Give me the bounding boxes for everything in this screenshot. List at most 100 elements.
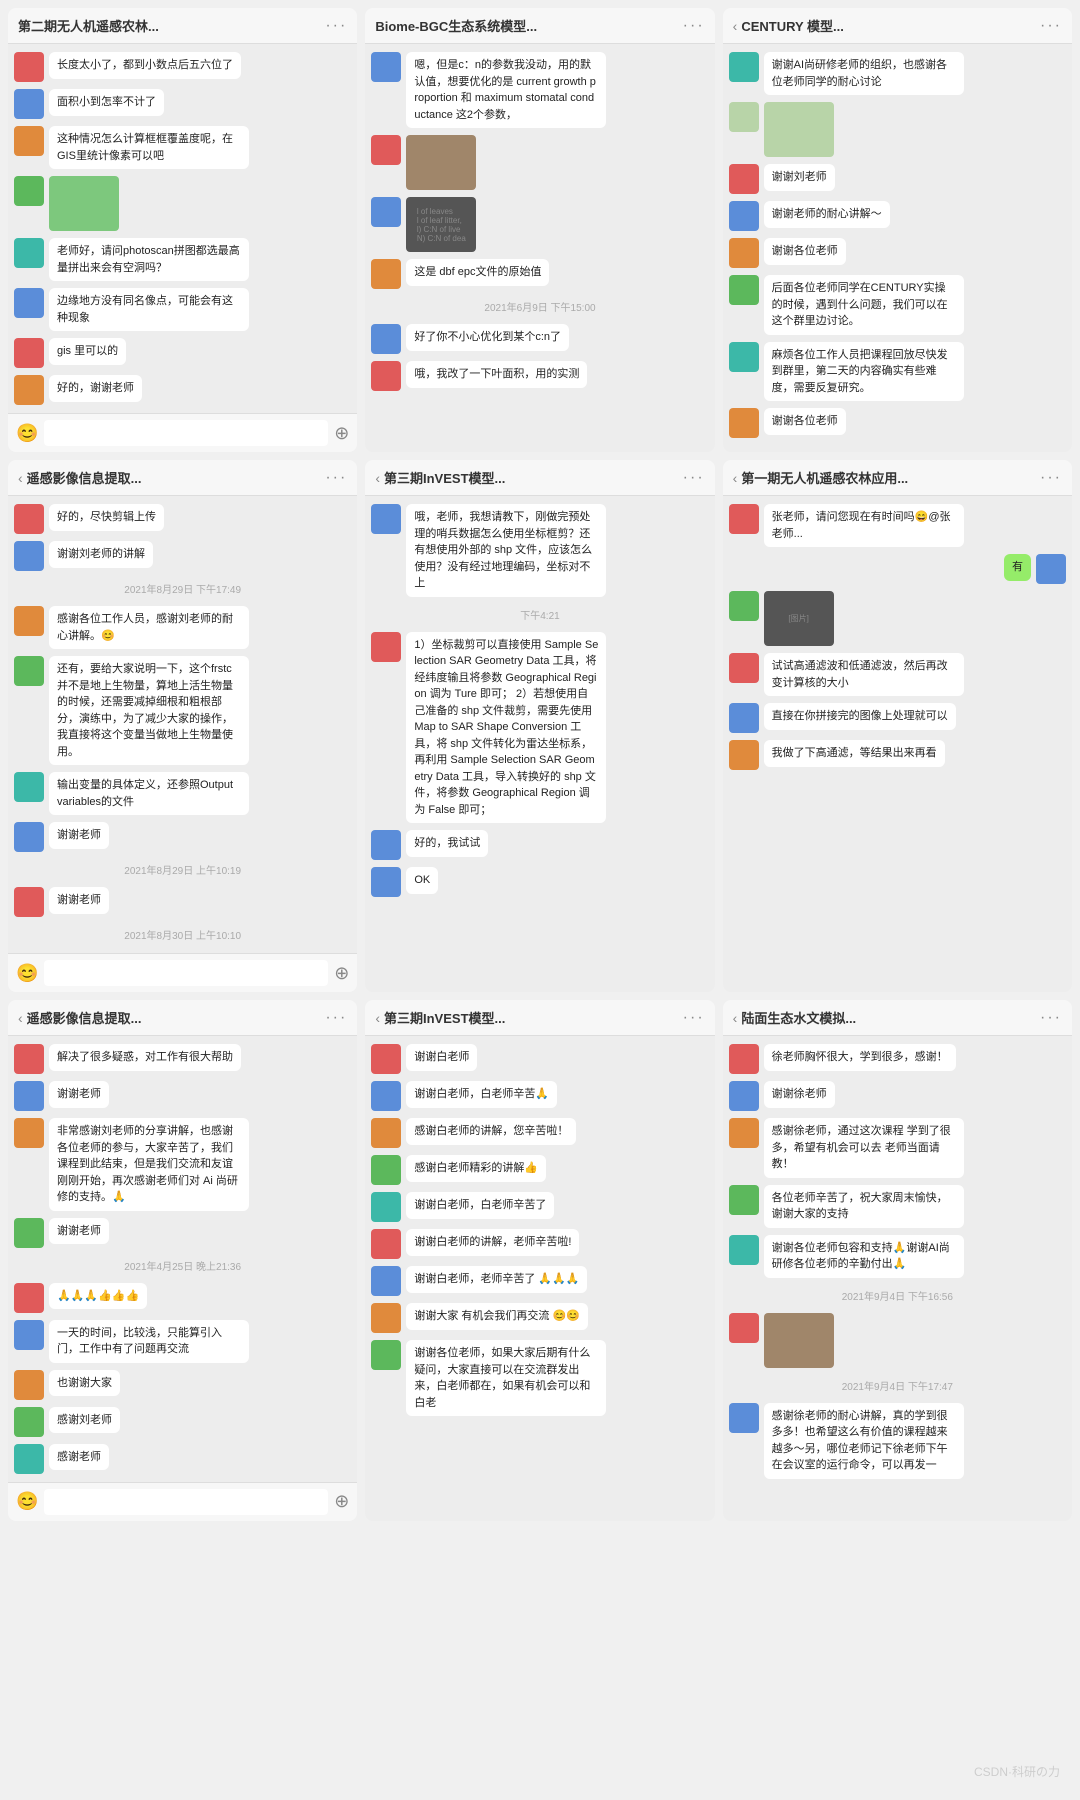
chat-menu-icon[interactable]: ···: [683, 469, 705, 487]
chat-body: 徐老师胸怀很大，学到很多，感谢！谢谢徐老师感谢徐老师，通过这次课程 学到了很多，…: [723, 1036, 1072, 1521]
avatar: [371, 1192, 401, 1222]
message-bubble: 试试高通滤波和低通滤波，然后再改变计算核的大小: [764, 653, 964, 696]
image-bubble: l of leaves l of leaf litter, l) C:N of …: [406, 197, 476, 252]
timestamp: 2021年9月4日 下午16:56: [729, 1288, 1066, 1303]
message-row: 谢谢老师: [14, 822, 351, 852]
message-row: 谢谢刘老师的讲解: [14, 541, 351, 571]
message-row: OK: [371, 867, 708, 897]
message-bubble: 还有，要给大家说明一下，这个frstc并不是地上生物量，算地上活生物量的时候，还…: [49, 656, 249, 765]
chat-title: Biome-BGC生态系统模型...: [375, 16, 537, 35]
message-bubble: 各位老师辛苦了，祝大家周末愉快，谢谢大家的支持: [764, 1185, 964, 1228]
chat-menu-icon[interactable]: ···: [683, 17, 705, 35]
chat-menu-icon[interactable]: ···: [1040, 1009, 1062, 1027]
chat-body: 好的，尽快剪辑上传谢谢刘老师的讲解2021年8月29日 下午17:49感谢各位工…: [8, 496, 357, 953]
chat-window-win6: ‹第一期无人机遥感农林应用...···张老师，请问您现在有时间吗😄@张老师...…: [723, 460, 1072, 992]
back-arrow-icon[interactable]: ‹: [733, 18, 738, 34]
avatar: [371, 135, 401, 165]
chat-menu-icon[interactable]: ···: [325, 1009, 347, 1027]
message-bubble: 解决了很多疑惑，对工作有很大帮助: [49, 1044, 241, 1071]
message-input[interactable]: [44, 420, 328, 446]
message-row: 好的，我试试: [371, 830, 708, 860]
chat-header-win4: ‹遥感影像信息提取...···: [8, 460, 357, 496]
back-arrow-icon[interactable]: ‹: [375, 1010, 380, 1026]
message-row: 这是 dbf epc文件的原始值: [371, 259, 708, 289]
avatar: [729, 201, 759, 231]
message-row: 直接在你拼接完的图像上处理就可以: [729, 703, 1066, 733]
chat-body: 哦，老师，我想请教下，刚做完预处理的哨兵数据怎么使用坐标框剪？还有想使用外部的 …: [365, 496, 714, 992]
avatar: [1036, 554, 1066, 584]
avatar: [14, 1118, 44, 1148]
message-bubble: 感谢徐老师，通过这次课程 学到了很多，希望有机会可以去 老师当面请教！: [764, 1118, 964, 1178]
add-icon[interactable]: ⊕: [334, 963, 349, 984]
message-row: 谢谢徐老师: [729, 1081, 1066, 1111]
avatar: [371, 632, 401, 662]
timestamp: 下午4:21: [371, 607, 708, 622]
back-arrow-icon[interactable]: ‹: [18, 470, 23, 486]
image-bubble: [406, 135, 476, 190]
message-bubble: 1）坐标裁剪可以直接使用 Sample Selection SAR Geomet…: [406, 632, 606, 824]
chat-footer: 😊⊕: [8, 953, 357, 992]
emoji-icon[interactable]: 😊: [16, 963, 38, 984]
add-icon[interactable]: ⊕: [334, 1491, 349, 1512]
message-bubble: gis 里可以的: [49, 338, 126, 365]
message-bubble: 好的，尽快剪辑上传: [49, 504, 164, 531]
avatar: [729, 740, 759, 770]
message-row: 输出变量的具体定义，还参照Output variables的文件: [14, 772, 351, 815]
message-bubble: 谢谢白老师，白老师辛苦🙏: [406, 1081, 557, 1108]
emoji-icon[interactable]: 😊: [16, 423, 38, 444]
chat-footer: 😊⊕: [8, 413, 357, 452]
message-bubble: 感谢老师: [49, 1444, 109, 1471]
chat-menu-icon[interactable]: ···: [1040, 17, 1062, 35]
chat-menu-icon[interactable]: ···: [325, 469, 347, 487]
timestamp: 2021年6月9日 下午15:00: [371, 299, 708, 314]
avatar: [14, 176, 44, 206]
chat-window-win7: ‹遥感影像信息提取...···解决了很多疑惑，对工作有很大帮助谢谢老师非常感谢刘…: [8, 1000, 357, 1521]
message-bubble: 谢谢各位老师: [764, 408, 846, 435]
message-bubble: 谢谢各位老师包容和支持🙏谢谢AI尚研修各位老师的辛勤付出🙏: [764, 1235, 964, 1278]
message-row: [14, 176, 351, 231]
message-bubble: 谢谢老师: [49, 822, 109, 849]
message-bubble: 麻烦各位工作人员把课程回放尽快发到群里，第二天的内容确实有些难度，需要反复研究。: [764, 342, 964, 402]
emoji-icon[interactable]: 😊: [16, 1491, 38, 1512]
avatar: [371, 52, 401, 82]
main-grid: 第二期无人机遥感农林...···长度太小了，都到小数点后五六位了面积小到怎率不计…: [0, 0, 1080, 1529]
avatar: [14, 606, 44, 636]
chat-header-win8: ‹第三期InVEST模型... ···: [365, 1000, 714, 1036]
image-bubble: [764, 1313, 834, 1368]
message-input[interactable]: [44, 1489, 328, 1515]
message-row: 谢谢白老师: [371, 1044, 708, 1074]
add-icon[interactable]: ⊕: [334, 423, 349, 444]
chat-header-win2: Biome-BGC生态系统模型... ···: [365, 8, 714, 44]
message-bubble: 谢谢白老师的讲解，老师辛苦啦!: [406, 1229, 579, 1256]
message-bubble: 边缘地方没有同名像点，可能会有这种现象: [49, 288, 249, 331]
avatar: [371, 1118, 401, 1148]
message-bubble: 这是 dbf epc文件的原始值: [406, 259, 549, 286]
message-row: [371, 135, 708, 190]
avatar: [729, 275, 759, 305]
message-bubble: 张老师，请问您现在有时间吗😄@张老师...: [764, 504, 964, 547]
message-bubble: 谢谢白老师，老师辛苦了 🙏🙏🙏: [406, 1266, 587, 1293]
chat-menu-icon[interactable]: ···: [1040, 469, 1062, 487]
message-bubble: 哦，我改了一下叶面积，用的实测: [406, 361, 587, 388]
chat-menu-icon[interactable]: ···: [683, 1009, 705, 1027]
message-row: l of leaves l of leaf litter, l) C:N of …: [371, 197, 708, 252]
message-row: [729, 102, 1066, 157]
avatar: [729, 703, 759, 733]
back-arrow-icon[interactable]: ‹: [375, 470, 380, 486]
back-arrow-icon[interactable]: ‹: [18, 1010, 23, 1026]
message-input[interactable]: [44, 960, 328, 986]
chat-title: 第三期InVEST模型...: [384, 1008, 505, 1027]
message-row: 这种情况怎么计算框框覆盖度呢，在GIS里统计像素可以吧: [14, 126, 351, 169]
avatar: [14, 822, 44, 852]
back-arrow-icon[interactable]: ‹: [733, 1010, 738, 1026]
message-row: 一天的时间，比较浅，只能算引入门，工作中有了问题再交流: [14, 1320, 351, 1363]
avatar: [371, 361, 401, 391]
avatar: [729, 164, 759, 194]
message-bubble: 谢谢刘老师的讲解: [49, 541, 153, 568]
chat-menu-icon[interactable]: ···: [325, 17, 347, 35]
back-arrow-icon[interactable]: ‹: [733, 470, 738, 486]
chat-window-win4: ‹遥感影像信息提取...···好的，尽快剪辑上传谢谢刘老师的讲解2021年8月2…: [8, 460, 357, 992]
avatar: [729, 591, 759, 621]
chat-window-win3: ‹CENTURY 模型...···谢谢AI尚研修老师的组织，也感谢各位老师同学的…: [723, 8, 1072, 452]
message-row: 张老师，请问您现在有时间吗😄@张老师...: [729, 504, 1066, 547]
